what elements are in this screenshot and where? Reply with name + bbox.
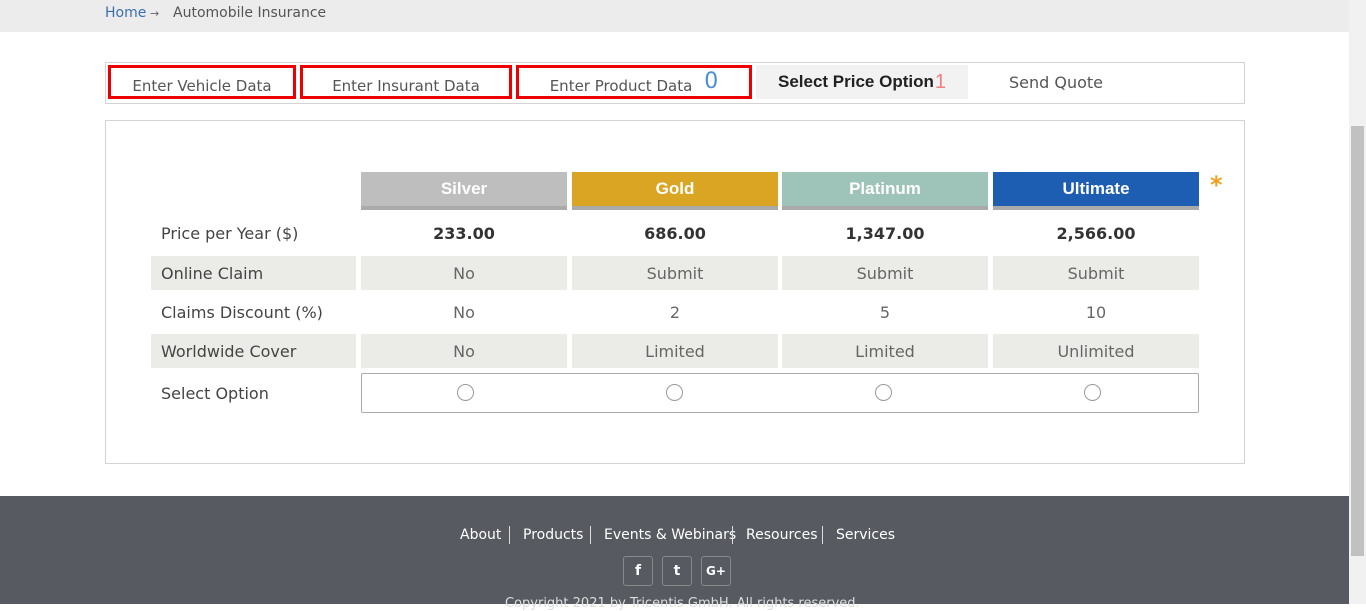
plan-header-platinum: Platinum <box>782 172 988 210</box>
step-label: Enter Product Data <box>549 77 693 95</box>
step-label: Send Quote <box>1008 72 1104 92</box>
claims-discount-silver: No <box>453 302 475 322</box>
online-claim-gold: Submit <box>572 256 778 290</box>
step-label: Select Price Option <box>777 72 934 91</box>
footer-link-products[interactable]: Products <box>523 527 583 543</box>
plan-header-ultimate: Ultimate <box>993 172 1199 210</box>
price-gold: 686.00 <box>644 223 706 243</box>
price-platinum: 1,347.00 <box>845 223 925 243</box>
footer-divider <box>590 526 591 544</box>
twitter-icon[interactable]: t <box>662 556 692 586</box>
worldwide-cover-ultimate: Unlimited <box>993 334 1199 368</box>
radio-platinum[interactable] <box>875 384 892 401</box>
step-error-count: 0 <box>704 68 719 94</box>
breadcrumb-bar: Home → Automobile Insurance <box>0 0 1349 32</box>
price-ultimate: 2,566.00 <box>1056 223 1136 243</box>
breadcrumb-current: Automobile Insurance <box>173 5 327 21</box>
claims-discount-ultimate: 10 <box>1085 302 1107 322</box>
step-enter-insurant-data[interactable]: Enter Insurant Data <box>300 65 512 99</box>
scrollbar-thumb[interactable] <box>1351 126 1364 556</box>
step-select-price-option[interactable]: Select Price Option 1 <box>756 65 968 99</box>
online-claim-ultimate: Submit <box>993 256 1199 290</box>
footer-divider <box>509 526 510 544</box>
step-error-count: 1 <box>934 70 946 93</box>
breadcrumb-arrow-icon: → <box>150 7 160 20</box>
footer: About Products Events & Webinars Resourc… <box>0 496 1349 611</box>
row-label-claims-discount: Claims Discount (%) <box>161 302 323 322</box>
select-option-group <box>361 373 1199 413</box>
row-label-online-claim: Online Claim <box>151 256 356 290</box>
step-enter-vehicle-data[interactable]: Enter Vehicle Data <box>108 65 296 99</box>
google-plus-icon[interactable]: G+ <box>701 556 731 586</box>
plan-header-silver: Silver <box>361 172 567 210</box>
required-asterisk-icon: * <box>1210 171 1223 199</box>
row-label-price: Price per Year ($) <box>161 223 299 243</box>
radio-ultimate[interactable] <box>1084 384 1101 401</box>
breadcrumb-home-link[interactable]: Home <box>105 5 146 21</box>
footer-divider <box>822 526 823 544</box>
worldwide-cover-gold: Limited <box>572 334 778 368</box>
footer-link-events-webinars[interactable]: Events & Webinars <box>604 527 736 543</box>
online-claim-silver: No <box>361 256 567 290</box>
online-claim-platinum: Submit <box>782 256 988 290</box>
worldwide-cover-platinum: Limited <box>782 334 988 368</box>
facebook-icon[interactable]: f <box>623 556 653 586</box>
radio-silver[interactable] <box>457 384 474 401</box>
row-label-worldwide-cover: Worldwide Cover <box>151 334 356 368</box>
step-enter-product-data[interactable]: Enter Product Data 0 <box>516 65 752 99</box>
footer-link-resources[interactable]: Resources <box>746 527 818 543</box>
claims-discount-gold: 2 <box>669 302 681 322</box>
price-silver: 233.00 <box>433 223 495 243</box>
wizard-steps: Enter Vehicle Data Enter Insurant Data E… <box>105 62 1245 104</box>
claims-discount-platinum: 5 <box>879 302 891 322</box>
plan-header-gold: Gold <box>572 172 778 210</box>
step-send-quote[interactable]: Send Quote <box>976 65 1136 99</box>
worldwide-cover-silver: No <box>361 334 567 368</box>
footer-link-about[interactable]: About <box>460 527 501 543</box>
step-label: Enter Insurant Data <box>332 77 480 95</box>
footer-link-services[interactable]: Services <box>836 527 895 543</box>
footer-divider <box>732 526 733 544</box>
radio-gold[interactable] <box>666 384 683 401</box>
step-label: Enter Vehicle Data <box>132 77 272 95</box>
row-label-select-option: Select Option <box>161 383 269 403</box>
